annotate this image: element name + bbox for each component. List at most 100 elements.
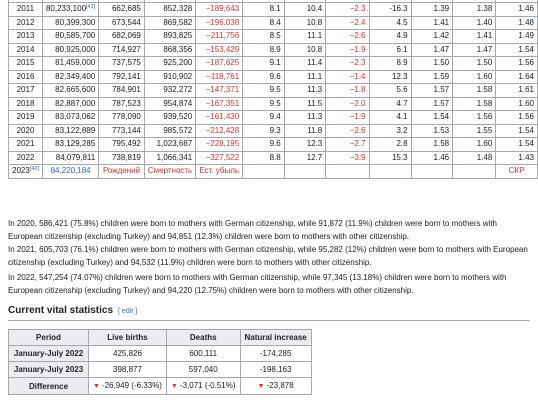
tfr-other-value: 1.56 bbox=[518, 112, 534, 121]
edit-link[interactable]: [ edit ] bbox=[118, 308, 137, 315]
table-row: January-July 2022 425,826 600,111 -174,2… bbox=[8, 345, 312, 362]
live-births-value: 737,575 bbox=[111, 58, 141, 67]
live-births-cell: 784,901 bbox=[98, 83, 145, 98]
crude-death-rate-cell: 10.8 bbox=[283, 42, 327, 57]
crude-death-rate-cell: 11.4 bbox=[283, 56, 327, 71]
tfr-cell: 1.58 bbox=[410, 137, 454, 152]
year-cell: 2015 bbox=[8, 56, 43, 71]
population-value: 82,887,000 bbox=[55, 98, 96, 108]
tfr-value: 1.42 bbox=[433, 31, 450, 40]
population-value: 80,233,100 bbox=[45, 4, 87, 13]
tfr-other-cell: 1.49 bbox=[495, 29, 538, 44]
year-cell: 2019 bbox=[8, 110, 43, 125]
tfr-german-cell: 1.38 bbox=[452, 2, 497, 17]
tfr-other-cell: 1.54 bbox=[495, 42, 538, 57]
year-cell: 2013 bbox=[8, 29, 43, 44]
crude-birth-rate-cell: 9.1 bbox=[242, 56, 285, 71]
tfr-german-cell: 1.48 bbox=[452, 150, 497, 165]
population-cell[interactable]: 84,220,184 bbox=[41, 164, 100, 179]
year-value: 2019 bbox=[16, 112, 35, 121]
tfr-cell: 1.54 bbox=[410, 110, 454, 125]
crude-death-rate-cell: 11.1 bbox=[283, 69, 327, 84]
current-vital-statistics-table: Period Live births Deaths Natural increa… bbox=[8, 329, 312, 395]
crude-birth-rate-value: 8.1 bbox=[269, 4, 281, 13]
live-births-value: 787,523 bbox=[111, 98, 141, 108]
natural-change-cell: −153,429 bbox=[195, 42, 244, 57]
deaths-value: 954,874 bbox=[163, 98, 193, 108]
live-births-value: 784,901 bbox=[111, 85, 141, 94]
crude-birth-rate-value: 9.5 bbox=[269, 85, 281, 94]
natural-change-rate-value: −2.3 bbox=[349, 4, 366, 13]
population-value: 82,665,600 bbox=[55, 85, 96, 94]
population-value: 83,122,889 bbox=[55, 125, 96, 135]
deaths-difference: ▼ -3,071 (-0.51%) bbox=[165, 377, 241, 395]
year-value: 2011 bbox=[16, 4, 35, 13]
crude-death-rate-value: 12.7 bbox=[306, 152, 323, 162]
crude-birth-rate-value: 8.8 bbox=[269, 152, 281, 162]
population-cell: 83,073,062 bbox=[41, 110, 100, 125]
crude-birth-rate-value: 8.9 bbox=[269, 44, 281, 54]
tfr-other-value: 1.54 bbox=[518, 44, 534, 54]
natural-increase-cell: -174,285 bbox=[239, 345, 312, 362]
tfr-value: 1.59 bbox=[433, 71, 450, 81]
deaths-value: 868,356 bbox=[163, 44, 193, 54]
paragraph-2020: In 2020, 586,421 (75.8%) children were b… bbox=[8, 219, 497, 241]
live-births-cell: 787,523 bbox=[98, 96, 145, 111]
live-births-cell: 795,492 bbox=[98, 137, 145, 152]
crude-death-rate-cell: 11.1 bbox=[283, 29, 327, 44]
natural-change-value: −147,371 bbox=[205, 85, 240, 94]
live-births-cell: 737,575 bbox=[98, 56, 145, 71]
natural-change-cell: −167,351 bbox=[195, 96, 244, 111]
live-births-cell: 682,069 bbox=[98, 29, 145, 44]
deaths-cell: 939,520 bbox=[143, 110, 197, 125]
live-births-cell: 398,877 bbox=[88, 361, 167, 378]
natural-change-rate-cell: −2.3 bbox=[325, 56, 370, 71]
population-value: 83,129,285 bbox=[55, 139, 96, 148]
live-births-cell: 778,090 bbox=[98, 110, 145, 125]
crude-death-rate-value: 11.8 bbox=[307, 125, 323, 135]
crude-birth-rate-cell: 9.6 bbox=[242, 69, 285, 84]
crude-birth-rate-cell: 9.3 bbox=[242, 123, 285, 138]
deaths-cell: 868,356 bbox=[143, 42, 197, 57]
year-value: 2015 bbox=[16, 58, 35, 67]
deaths-value: 852,328 bbox=[163, 4, 193, 13]
deaths-cell: 954,874 bbox=[143, 96, 197, 111]
tfr-german-cell: 1.60 bbox=[452, 69, 497, 84]
tfr-value: 1.50 bbox=[433, 58, 450, 67]
year-cell: 2022 bbox=[8, 150, 43, 165]
tfr-german-value: 1.38 bbox=[476, 4, 493, 13]
natural-change-value: −196,038 bbox=[205, 17, 240, 27]
crude-death-rate-value: 11.1 bbox=[307, 71, 323, 81]
tfr-label: СКР bbox=[495, 164, 538, 179]
live-births-difference: ▼ -26,949 (-6.33%) bbox=[88, 377, 167, 395]
tfr-german-cell: 1.41 bbox=[452, 29, 497, 44]
natural-change-rate-value: −1.9 bbox=[349, 44, 366, 54]
header-row: Period Live births Deaths Natural increa… bbox=[8, 329, 312, 346]
citation-link[interactable]: [42] bbox=[30, 166, 39, 172]
row-label: Difference bbox=[8, 377, 89, 395]
tfr-other-value: 1.49 bbox=[518, 31, 534, 40]
tfr-other-cell: 1.54 bbox=[495, 137, 538, 152]
tfr-german-value: 1.50 bbox=[476, 58, 493, 67]
year-value: 2018 bbox=[16, 98, 35, 108]
crude-death-rate-cell: 11.3 bbox=[283, 83, 327, 98]
crude-death-rate-value: 10.8 bbox=[306, 44, 323, 54]
citation-link[interactable]: [41] bbox=[86, 4, 95, 10]
crude-migration-rate-value: 12.3 bbox=[391, 71, 408, 81]
natural-change-rate-value: −1.4 bbox=[349, 71, 366, 81]
deaths-cell: 852,328 bbox=[143, 2, 197, 17]
crude-birth-rate-value: 9.6 bbox=[269, 71, 281, 81]
natural-change-value: −153,429 bbox=[205, 44, 240, 54]
decrease-arrow-icon: ▼ bbox=[170, 383, 178, 390]
year-value: 2013 bbox=[16, 31, 35, 40]
crude-birth-rate-value: 9.4 bbox=[269, 112, 281, 121]
population-cell: 82,887,000 bbox=[41, 96, 100, 111]
empty-cell bbox=[410, 164, 454, 179]
tfr-value: 1.58 bbox=[433, 139, 450, 148]
crude-migration-rate-cell: 8.9 bbox=[368, 56, 412, 71]
population-cell: 80,585,700 bbox=[41, 29, 100, 44]
live-births-cell: 738,819 bbox=[98, 150, 145, 165]
deaths-cell: 1,023,687 bbox=[143, 137, 197, 152]
paragraph-2021: In 2021, 605,703 (76.1%) children were b… bbox=[8, 245, 528, 267]
tfr-value: 1.57 bbox=[433, 98, 450, 108]
